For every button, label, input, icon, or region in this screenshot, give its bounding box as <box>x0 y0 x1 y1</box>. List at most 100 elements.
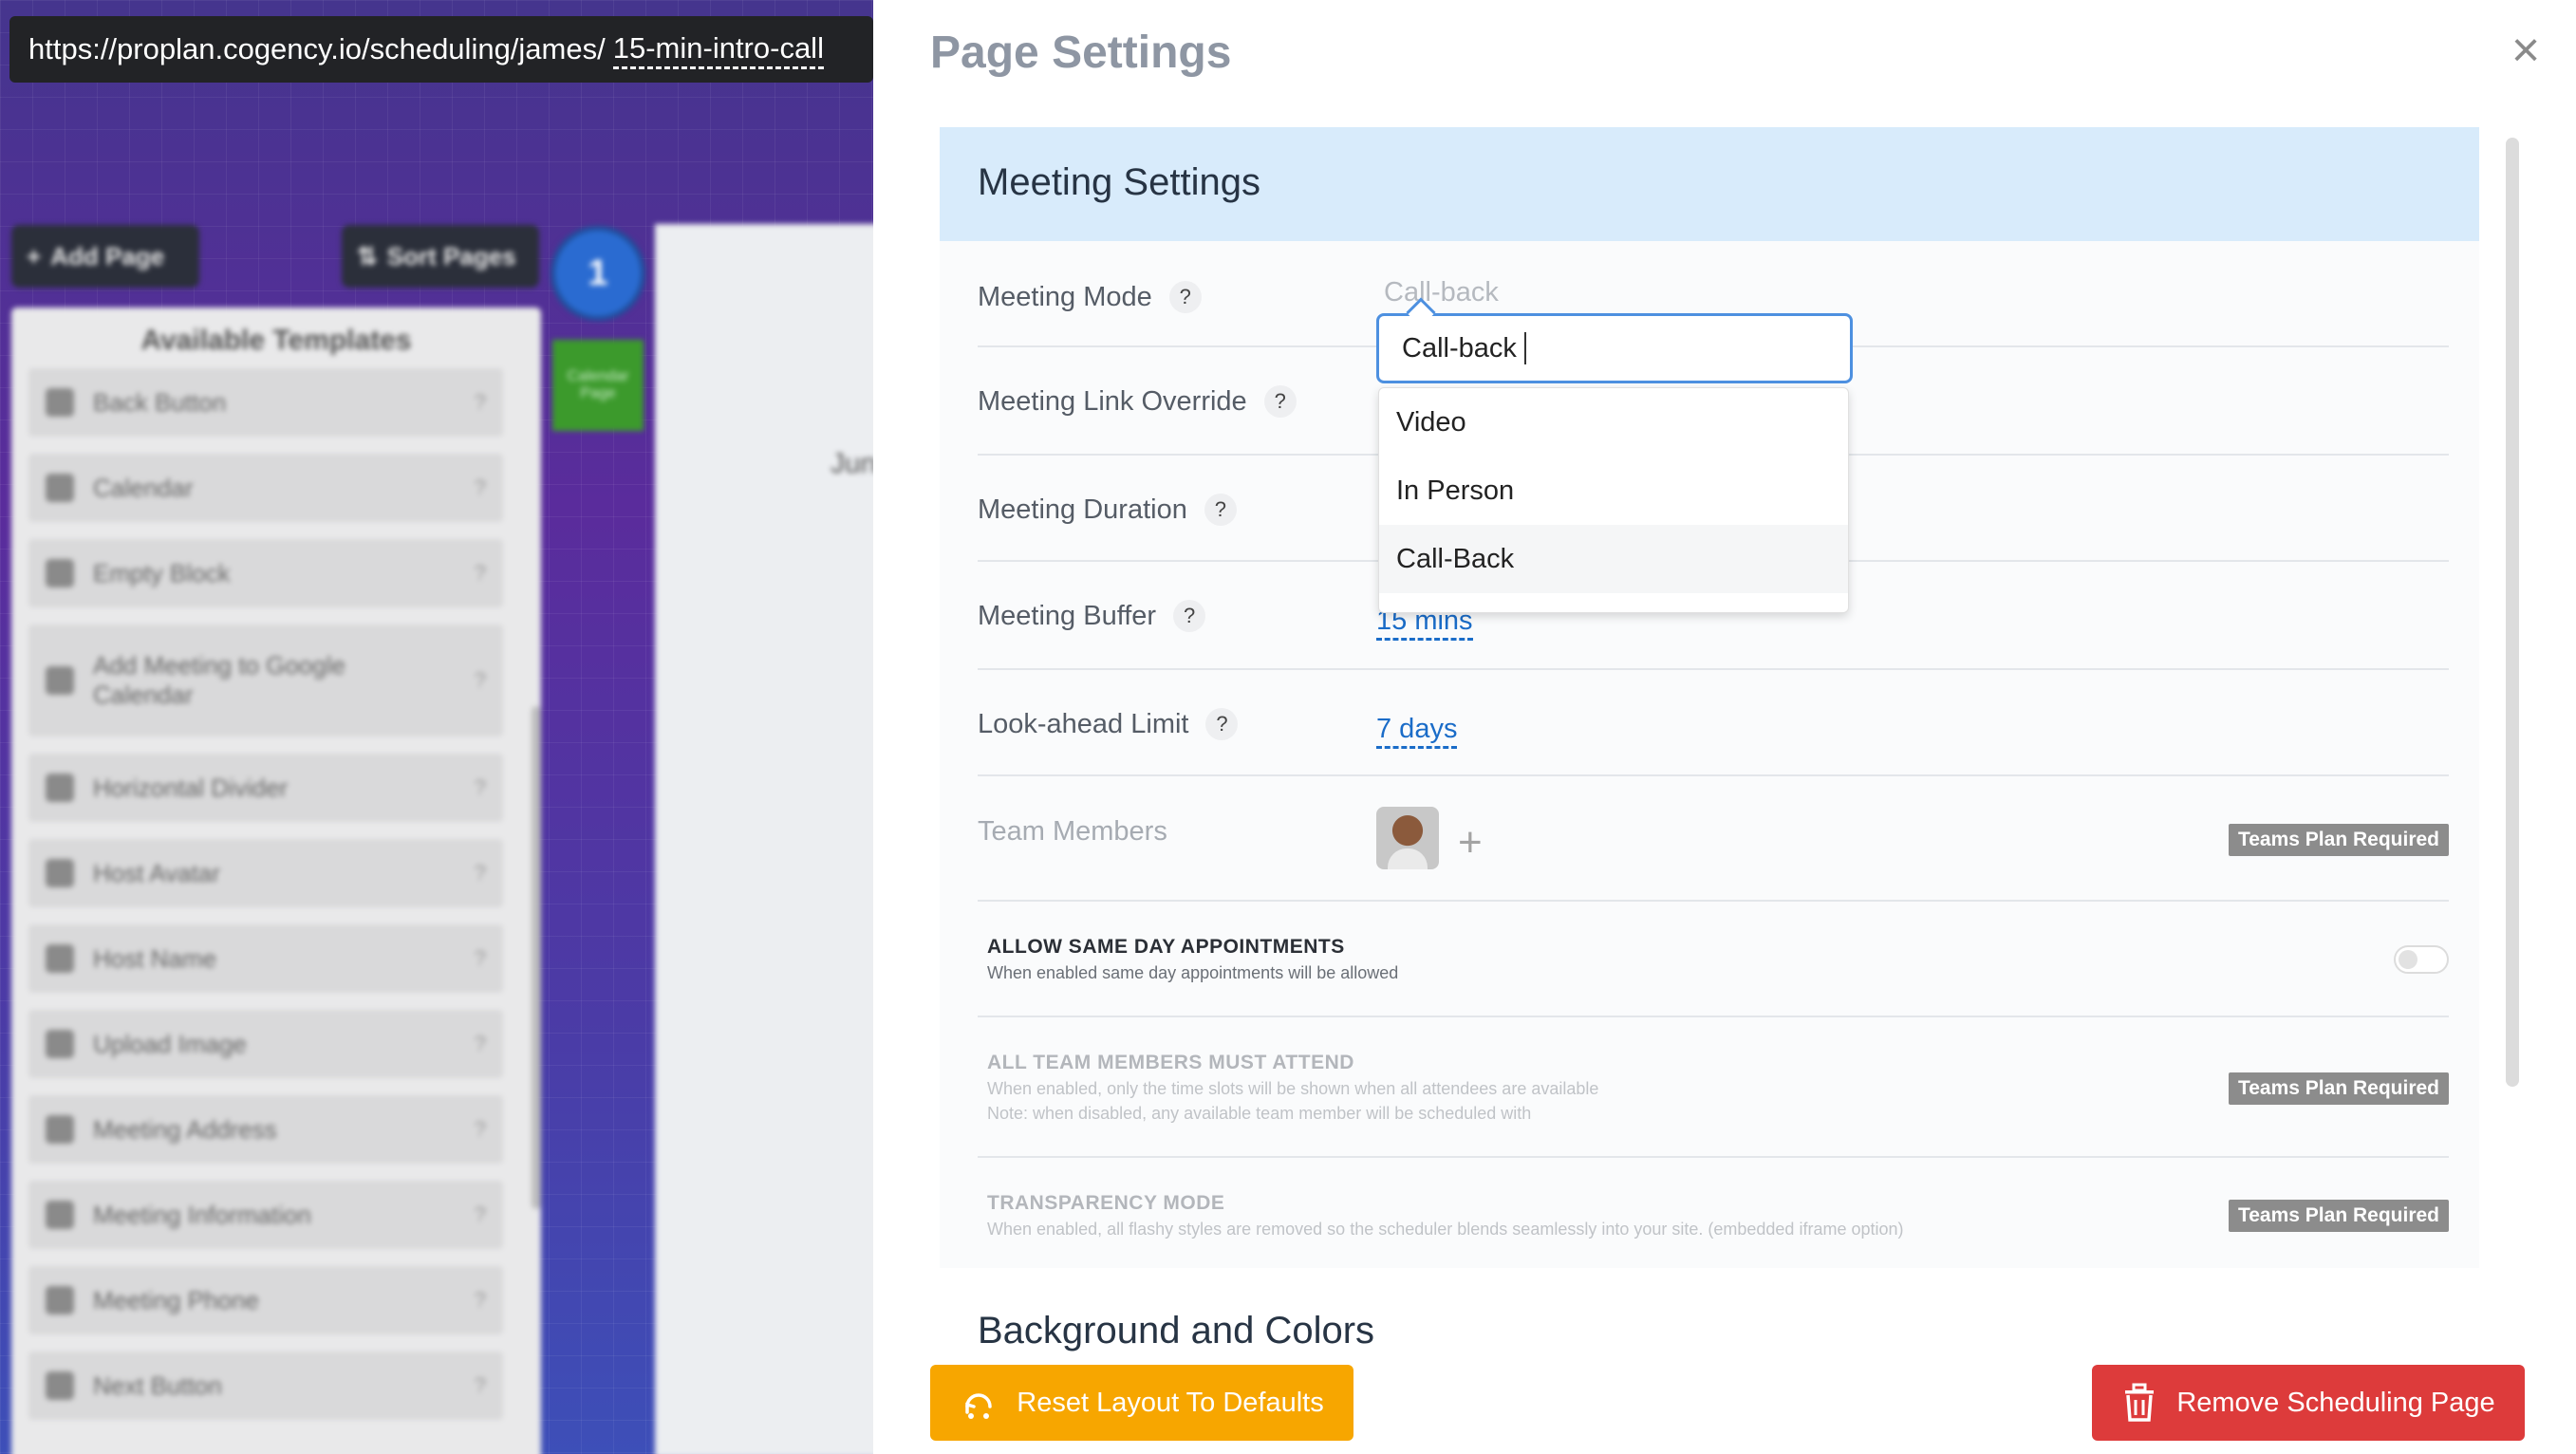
reset-icon <box>965 1393 992 1419</box>
template-label: Upload Image <box>93 1029 247 1058</box>
meeting-mode-input[interactable]: Call-back <box>1376 313 1853 383</box>
all-attend-option-row: ALL TEAM MEMBERS MUST ATTEND When enable… <box>978 1017 2449 1158</box>
same-day-toggle[interactable] <box>2394 945 2449 974</box>
meeting-duration-label: Meeting Duration ? <box>978 494 1237 526</box>
meeting-buffer-label: Meeting Buffer ? <box>978 600 1206 632</box>
template-item[interactable]: Meeting Address? <box>28 1095 503 1164</box>
template-label: Meeting Phone <box>93 1285 259 1314</box>
template-item[interactable]: Horizontal Divider? <box>28 754 503 822</box>
avatar-icon <box>46 859 74 887</box>
help-icon[interactable]: ? <box>475 1288 486 1313</box>
preview-text: Jun <box>831 448 873 479</box>
panel-scrollbar[interactable] <box>2506 138 2519 1087</box>
add-page-label: Add Page <box>50 241 165 270</box>
lookahead-limit-row: Look-ahead Limit ? 7 days <box>978 670 2449 776</box>
help-icon[interactable]: ? <box>1263 385 1297 418</box>
templates-scrollbar[interactable] <box>532 706 541 1209</box>
transparency-title: TRANSPARENCY MODE <box>987 1192 1225 1214</box>
help-icon[interactable]: ? <box>475 1032 486 1056</box>
help-icon[interactable]: ? <box>475 668 486 693</box>
meeting-settings-header: Meeting Settings <box>940 127 2479 241</box>
page-title: Page Settings <box>930 28 1232 78</box>
template-label: Calendar <box>93 473 194 502</box>
reset-layout-button[interactable]: Reset Layout To Defaults <box>930 1365 1353 1441</box>
help-icon[interactable]: ? <box>475 1202 486 1227</box>
help-icon[interactable]: ? <box>475 946 486 971</box>
block-icon <box>46 559 74 587</box>
template-label: Horizontal Divider <box>93 773 289 802</box>
template-item[interactable]: Calendar? <box>28 454 503 522</box>
calendar-icon <box>46 474 74 502</box>
help-icon[interactable]: ? <box>475 475 486 500</box>
url-slug-link[interactable]: 15-min-intro-call <box>612 30 824 69</box>
template-item[interactable]: Host Avatar? <box>28 839 503 907</box>
transparency-desc: When enabled, all flashy styles are remo… <box>987 1220 1904 1239</box>
close-icon[interactable]: × <box>2504 26 2548 75</box>
remove-scheduling-page-button[interactable]: Remove Scheduling Page <box>2092 1365 2525 1441</box>
calendar-page-chip[interactable]: Calendar Page <box>552 340 644 431</box>
help-icon[interactable]: ? <box>1205 708 1239 740</box>
template-label: Empty Block <box>93 558 231 587</box>
template-item[interactable]: Back Button? <box>28 368 503 437</box>
team-members-label: Team Members <box>978 816 1167 847</box>
option-video[interactable]: Video <box>1379 388 1848 457</box>
template-label: Meeting Address <box>93 1114 277 1144</box>
next-icon <box>46 1371 74 1400</box>
help-icon[interactable]: ? <box>475 861 486 885</box>
lookahead-limit-value[interactable]: 7 days <box>1376 712 1458 749</box>
meeting-mode-input-text: Call-back <box>1402 332 1517 364</box>
help-icon[interactable]: ? <box>475 390 486 415</box>
avatar[interactable] <box>1376 807 1439 869</box>
meeting-settings-title: Meeting Settings <box>978 161 1260 203</box>
template-label: Host Avatar <box>93 858 220 887</box>
sort-icon: ⇅ <box>357 241 378 270</box>
help-icon[interactable]: ? <box>475 775 486 800</box>
page-number-badge[interactable]: 1 <box>551 226 645 321</box>
option-call-back[interactable]: Call-Back <box>1379 525 1848 593</box>
meeting-mode-current-value: Call-back <box>1384 277 1499 308</box>
meeting-mode-options-list: Video In Person Call-Back <box>1378 387 1849 613</box>
meeting-mode-label: Meeting Mode ? <box>978 281 1202 313</box>
remove-scheduling-page-label: Remove Scheduling Page <box>2176 1387 2495 1418</box>
teams-plan-badge: Teams Plan Required <box>2228 1072 2449 1105</box>
meeting-duration-text: Meeting Duration <box>978 494 1187 525</box>
template-item[interactable]: Host Name? <box>28 924 503 993</box>
text-caret <box>1523 332 1526 364</box>
template-item[interactable]: Add Meeting to Google Calendar? <box>28 624 503 736</box>
templates-title: Available Templates <box>140 325 412 356</box>
help-icon[interactable]: ? <box>1173 600 1206 632</box>
team-members-row: Team Members + Teams Plan Required <box>978 776 2449 902</box>
template-label: Next Button <box>93 1370 222 1400</box>
lookahead-limit-label: Look-ahead Limit ? <box>978 708 1239 740</box>
meeting-link-override-text: Meeting Link Override <box>978 385 1247 417</box>
help-icon[interactable]: ? <box>475 1373 486 1398</box>
calendar-add-icon <box>46 666 74 695</box>
meeting-link-override-label: Meeting Link Override ? <box>978 385 1297 418</box>
same-day-desc: When enabled same day appointments will … <box>987 963 1399 982</box>
sort-pages-button[interactable]: ⇅ Sort Pages <box>342 225 539 288</box>
template-item[interactable]: Next Button? <box>28 1351 503 1420</box>
template-item[interactable]: Meeting Phone? <box>28 1266 503 1334</box>
plus-icon[interactable]: + <box>1458 822 1483 864</box>
phone-icon <box>46 1286 74 1314</box>
same-day-title: ALLOW SAME DAY APPOINTMENTS <box>987 936 1345 958</box>
trash-icon <box>2125 1383 2155 1422</box>
blurred-layer: + Add Page ⇅ Sort Pages 1 Calendar Page … <box>0 0 873 1454</box>
chevron-left-icon <box>46 388 74 417</box>
template-item[interactable]: Meeting Information? <box>28 1181 503 1249</box>
template-label: Host Name <box>93 943 217 973</box>
option-in-person[interactable]: In Person <box>1379 457 1848 525</box>
help-icon[interactable]: ? <box>1204 494 1237 526</box>
lookahead-limit-text: Look-ahead Limit <box>978 708 1189 739</box>
transparency-option-row: TRANSPARENCY MODE When enabled, all flas… <box>978 1158 2449 1268</box>
plus-icon: + <box>27 241 42 270</box>
help-icon[interactable]: ? <box>475 1117 486 1142</box>
help-icon[interactable]: ? <box>1168 281 1202 313</box>
template-item[interactable]: Empty Block? <box>28 539 503 607</box>
all-attend-title: ALL TEAM MEMBERS MUST ATTEND <box>987 1052 1354 1073</box>
template-item[interactable]: Upload Image? <box>28 1010 503 1078</box>
help-icon[interactable]: ? <box>475 561 486 586</box>
add-page-button[interactable]: + Add Page <box>11 225 199 288</box>
url-bar: https://proplan.cogency.io/scheduling/ja… <box>9 16 873 83</box>
template-label: Meeting Information <box>93 1200 311 1229</box>
